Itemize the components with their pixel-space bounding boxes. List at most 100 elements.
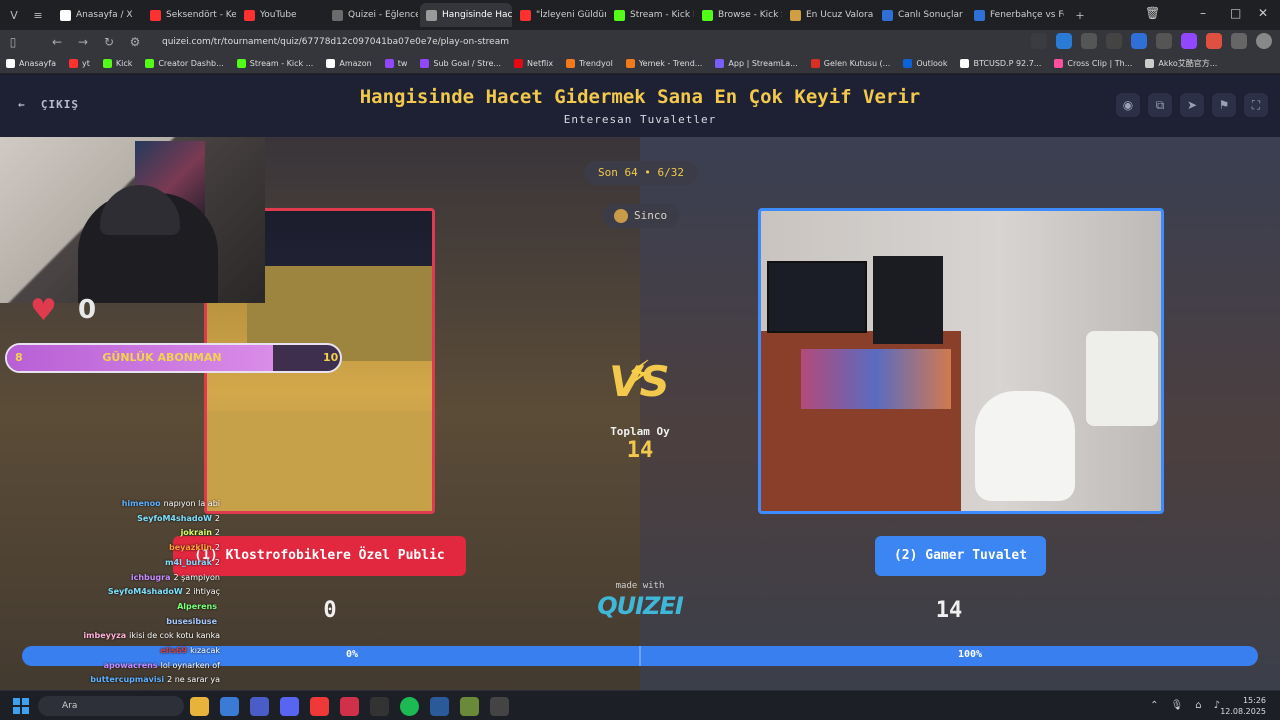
site-settings-icon[interactable]: ⚙ [122, 35, 148, 49]
bookmark-item[interactable]: BTCUSD.P 92.7... [960, 59, 1041, 68]
app-icon[interactable] [430, 697, 449, 716]
extension-icon[interactable] [1056, 33, 1072, 49]
bookmark-item[interactable]: Creator Dashb... [145, 59, 224, 68]
browser-tab[interactable]: Stream - Kick Dashb [608, 3, 694, 27]
image-monitor [767, 261, 867, 333]
sub-goal-bar: 8 GÜNLÜK ABONMAN 10 [5, 343, 342, 373]
option-right-image[interactable] [758, 208, 1164, 514]
bookmark-item[interactable]: Kick [102, 59, 132, 68]
bookmark-item[interactable]: Netflix [514, 59, 553, 68]
app-icon[interactable] [340, 697, 359, 716]
extensions-menu-icon[interactable] [1231, 33, 1247, 49]
chat-username: elis69 [160, 646, 188, 656]
app-icon[interactable] [250, 697, 269, 716]
bookmark-item[interactable]: Akko艾酷官方... [1145, 58, 1217, 69]
bookmark-label: App | StreamLa... [728, 59, 798, 68]
browser-tab[interactable]: Fenerbahçe vs Feye [968, 3, 1064, 27]
fullscreen-icon[interactable]: ⛶ [1244, 93, 1268, 117]
bookmark-item[interactable]: Anasayfa [6, 59, 56, 68]
webcam-overlay [0, 137, 265, 303]
browser-tab[interactable]: Hangisinde Hacet G [420, 3, 512, 27]
bookmark-item[interactable]: yt [68, 59, 90, 68]
browser-tab-label: "İzleyeni Güldüren [536, 10, 606, 20]
option-1-percent: 0% [345, 649, 359, 660]
network-icon[interactable]: ⌂ [1195, 700, 1201, 711]
close-window-button[interactable]: ✕ [1258, 6, 1268, 20]
bookmark-item[interactable]: Trendyol [566, 59, 613, 68]
flag-icon[interactable]: ⚑ [1212, 93, 1236, 117]
vote-option-2-button[interactable]: (2) Gamer Tuvalet [875, 536, 1046, 576]
panel-toggle-icon[interactable]: ▯ [0, 35, 26, 49]
discord-icon[interactable] [280, 697, 299, 716]
spotify-icon[interactable] [400, 697, 419, 716]
send-icon[interactable]: ➤ [1180, 93, 1204, 117]
back-button[interactable]: ← [44, 35, 70, 49]
bookmark-item[interactable]: tw [384, 59, 407, 68]
bookmark-favicon-icon [6, 59, 15, 68]
extension-icon[interactable] [1081, 33, 1097, 49]
browser-tab[interactable]: "İzleyeni Güldüren [514, 3, 606, 27]
profile-avatar[interactable] [1256, 33, 1272, 49]
extension-icon[interactable] [1181, 33, 1197, 49]
bookmark-item[interactable]: Stream - Kick ... [236, 59, 314, 68]
browser-tab[interactable]: Canlı Sonuçlar - İddi [876, 3, 966, 27]
extension-icon[interactable] [1106, 33, 1122, 49]
browser-tab[interactable]: YouTube [238, 3, 324, 27]
browser-tab[interactable]: Seksendört - Kendi [144, 3, 236, 27]
browser-tab[interactable]: En Ucuz Valorant P [784, 3, 874, 27]
copy-icon[interactable]: ⧉ [1148, 93, 1172, 117]
app-icon[interactable] [460, 697, 479, 716]
clock[interactable]: 15:26 12.08.2025 [1220, 695, 1266, 717]
bookmark-item[interactable]: App | StreamLa... [715, 59, 798, 68]
chat-text: 2 ne sarar ya [167, 675, 220, 685]
bookmark-favicon-icon [145, 59, 155, 68]
url-field[interactable]: quizei.com/tr/tournament/quiz/67778d12c0… [162, 37, 509, 47]
creator-badge[interactable]: Sinco [603, 204, 679, 228]
app-icon[interactable] [490, 697, 509, 716]
vivaldi-icon[interactable] [310, 697, 329, 716]
chat-message: busesibuse [30, 615, 250, 630]
maximize-button[interactable]: □ [1230, 6, 1241, 20]
bookmark-item[interactable]: Outlook [903, 59, 947, 68]
store-icon[interactable] [220, 697, 239, 716]
bookmark-icon[interactable] [1031, 33, 1047, 49]
file-explorer-icon[interactable] [190, 697, 209, 716]
bookmark-item[interactable]: Amazon [326, 59, 372, 68]
reload-button[interactable]: ↻ [96, 35, 122, 49]
extension-icon[interactable] [1131, 33, 1147, 49]
minimize-button[interactable]: – [1200, 6, 1206, 20]
kick-icon [614, 9, 625, 21]
extension-icon[interactable] [1156, 33, 1172, 49]
chevron-up-icon[interactable]: ⌃ [1150, 700, 1158, 711]
progress-divider [639, 646, 641, 666]
bookmark-favicon-icon [625, 59, 635, 68]
obs-icon[interactable] [370, 697, 389, 716]
youtube-icon [244, 9, 255, 21]
browser-tab-label: Fenerbahçe vs Feye [990, 10, 1064, 20]
bookmark-item[interactable]: Cross Clip | Th... [1054, 59, 1132, 68]
bookmark-item[interactable]: Sub Goal / Stre... [420, 59, 501, 68]
chat-message: elis69 kızacak [30, 644, 250, 659]
bookmark-label: Stream - Kick ... [249, 59, 314, 68]
vivaldi-menu-icon[interactable]: V [4, 5, 24, 25]
trash-icon[interactable]: 🗑 [1145, 6, 1160, 20]
new-tab-button[interactable]: + [1070, 5, 1090, 25]
microphone-icon[interactable]: 🎙 [1171, 700, 1184, 711]
chat-message: imbeyyza ikisi de cok kotu kanka [30, 629, 250, 644]
browser-tab[interactable]: Quizei - Eğlenceli ve [326, 3, 418, 27]
browser-tab[interactable]: Anasayfa / X [54, 3, 142, 27]
bookmark-item[interactable]: Gelen Kutusu (... [810, 59, 890, 68]
windows-start-icon[interactable] [13, 698, 29, 714]
browser-tab[interactable]: Browse - Kick Strea [696, 3, 782, 27]
bookmark-item[interactable]: Yemek - Trend... [625, 59, 702, 68]
extension-icon[interactable] [1206, 33, 1222, 49]
forward-button[interactable]: → [70, 35, 96, 49]
speaker-icon[interactable]: ♪ [1214, 700, 1220, 711]
tab-stack-icon[interactable]: ≡ [28, 5, 48, 25]
image-toilet-tank [1086, 331, 1158, 426]
eye-icon[interactable]: ◉ [1116, 93, 1140, 117]
browser-tab-label: Anasayfa / X [76, 10, 133, 20]
quizei-logo[interactable]: QUIZEI [590, 592, 690, 620]
taskbar-search[interactable]: Ara [38, 696, 184, 716]
chat-message: buttercupmavisi 2 ne sarar ya [30, 673, 250, 688]
